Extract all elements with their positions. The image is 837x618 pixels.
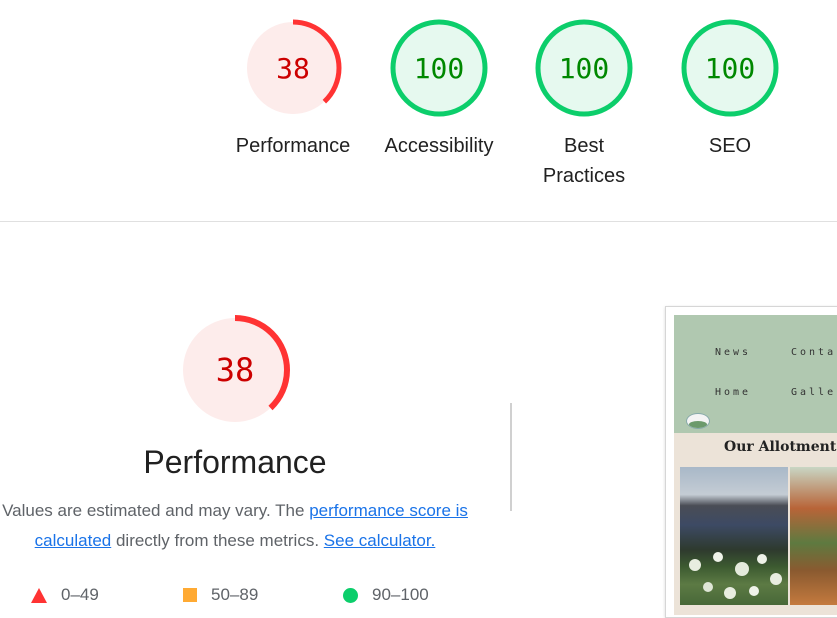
legend-item-pass: 90–100	[343, 584, 429, 606]
screenshot-nav-item: News	[715, 347, 752, 358]
gauge-label-seo: SEO	[708, 135, 752, 157]
gauge-label-accessibility: Accessibility	[384, 135, 494, 157]
legend-range: 50–89	[211, 585, 259, 604]
gauge-score: 38	[276, 51, 310, 85]
screenshot-image: News Conta Home Galle Our Allotment	[674, 315, 837, 615]
section-divider	[0, 221, 837, 222]
gauge-score: 100	[558, 51, 610, 85]
screenshot-nav-item: Home	[715, 387, 752, 398]
legend-range: 90–100	[372, 585, 429, 604]
allium-flowers-image	[689, 552, 782, 599]
legend-item-average: 50–89	[183, 584, 258, 606]
gauge-label-best-practices: Best Practices	[542, 135, 626, 187]
description-text: directly from these metrics.	[111, 531, 324, 550]
description-text: Values are estimated and may vary. The	[2, 501, 310, 520]
garden-photo	[790, 467, 837, 605]
screenshot-title: Our Allotment	[724, 439, 837, 455]
square-icon	[183, 588, 197, 602]
screenshot-nav: News Conta Home Galle	[674, 315, 837, 433]
gauge-score: 100	[704, 51, 756, 85]
triangle-icon	[31, 587, 47, 603]
legend-item-fail: 0–49	[31, 584, 99, 606]
performance-heading: Performance	[143, 444, 327, 480]
gauge-label-performance: Performance	[235, 135, 351, 157]
gauge-performance[interactable]: 38	[244, 19, 342, 117]
performance-gauge-large: 38	[180, 315, 290, 425]
logo-icon	[686, 413, 710, 429]
gauge-accessibility[interactable]: 100	[390, 19, 488, 117]
screenshot-nav-item: Conta	[791, 347, 837, 358]
gauge-best-practices[interactable]: 100	[535, 19, 633, 117]
gauge-seo[interactable]: 100	[681, 19, 779, 117]
legend-range: 0–49	[61, 585, 99, 604]
performance-score: 38	[215, 351, 255, 389]
final-screenshot[interactable]: News Conta Home Galle Our Allotment	[665, 306, 837, 618]
performance-description: Values are estimated and may vary. The p…	[0, 496, 480, 556]
circle-icon	[343, 587, 358, 603]
gauge-score: 100	[413, 51, 465, 85]
see-calculator-link[interactable]: See calculator.	[324, 531, 436, 550]
screenshot-nav-item: Galle	[791, 387, 837, 398]
vertical-divider	[510, 403, 512, 511]
